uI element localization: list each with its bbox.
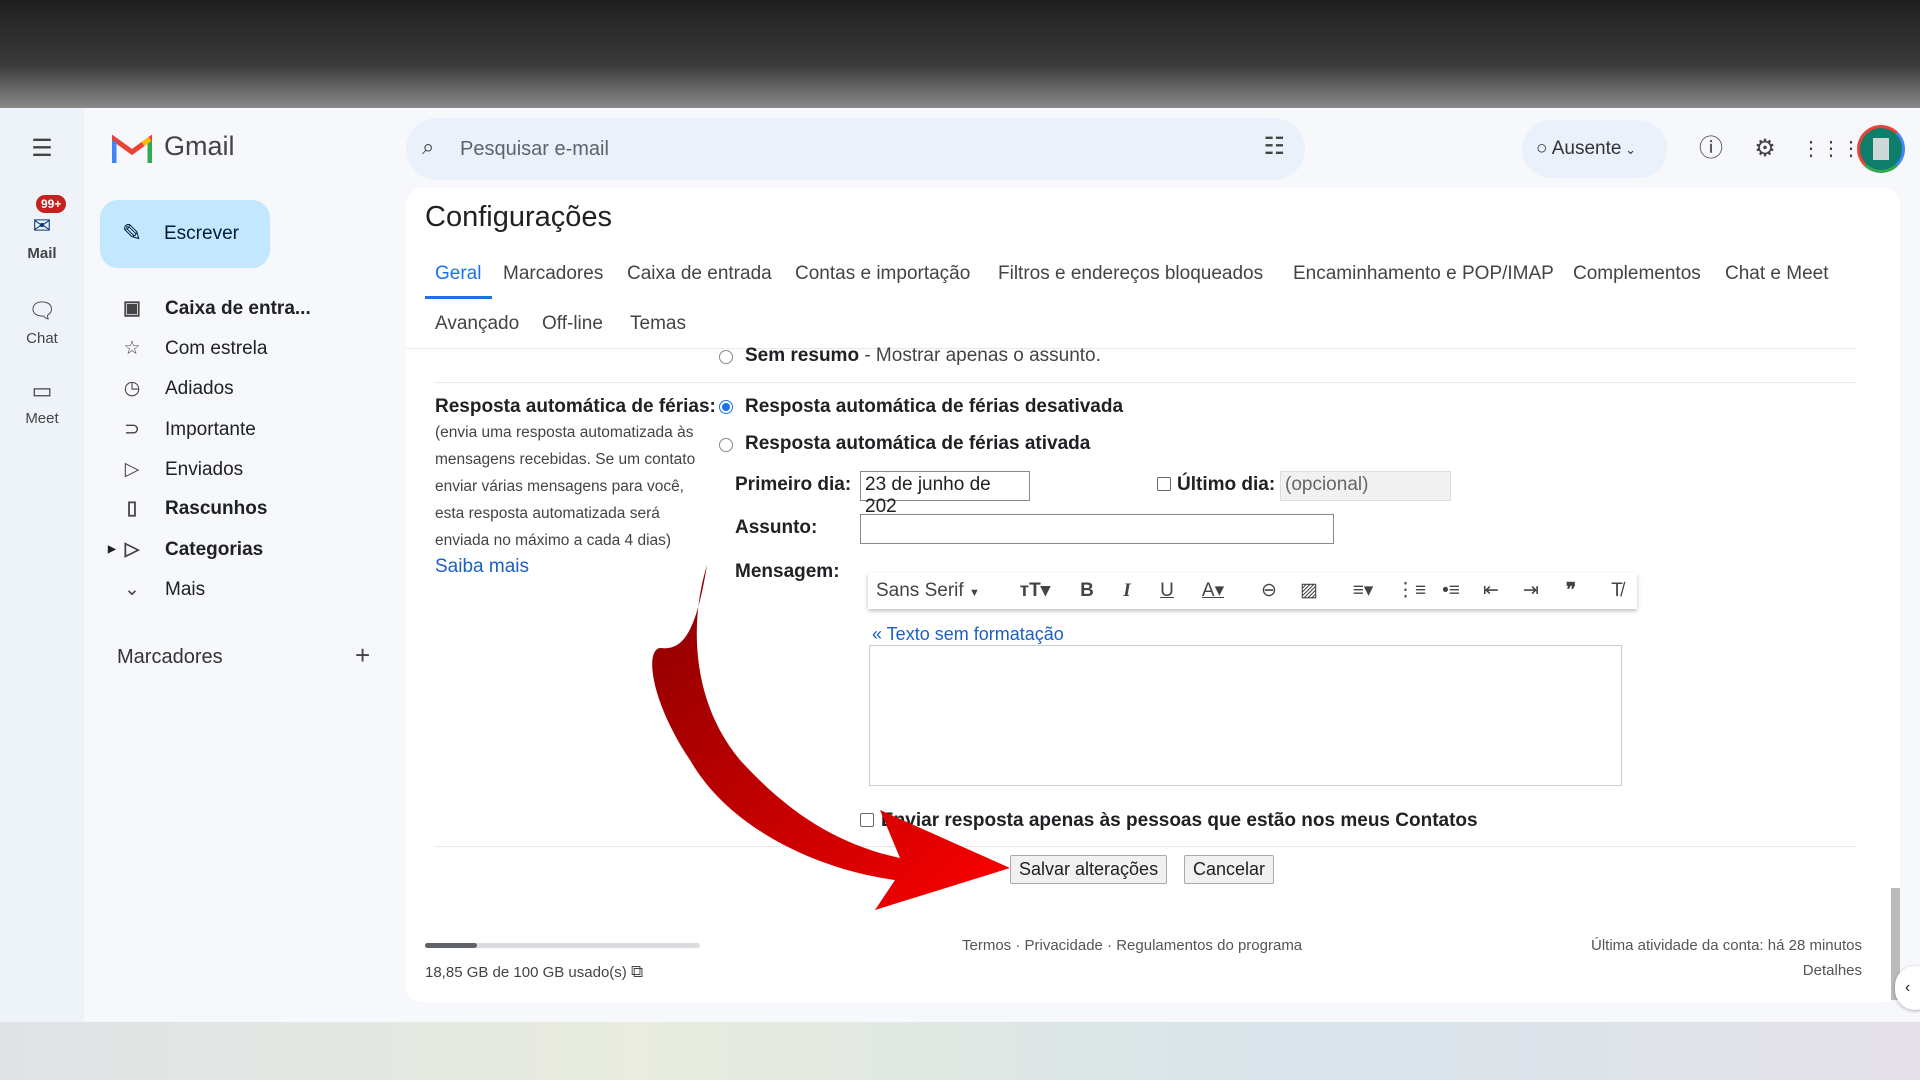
annotation-arrow [652, 565, 1010, 910]
red-arrow-icon [652, 565, 1010, 910]
